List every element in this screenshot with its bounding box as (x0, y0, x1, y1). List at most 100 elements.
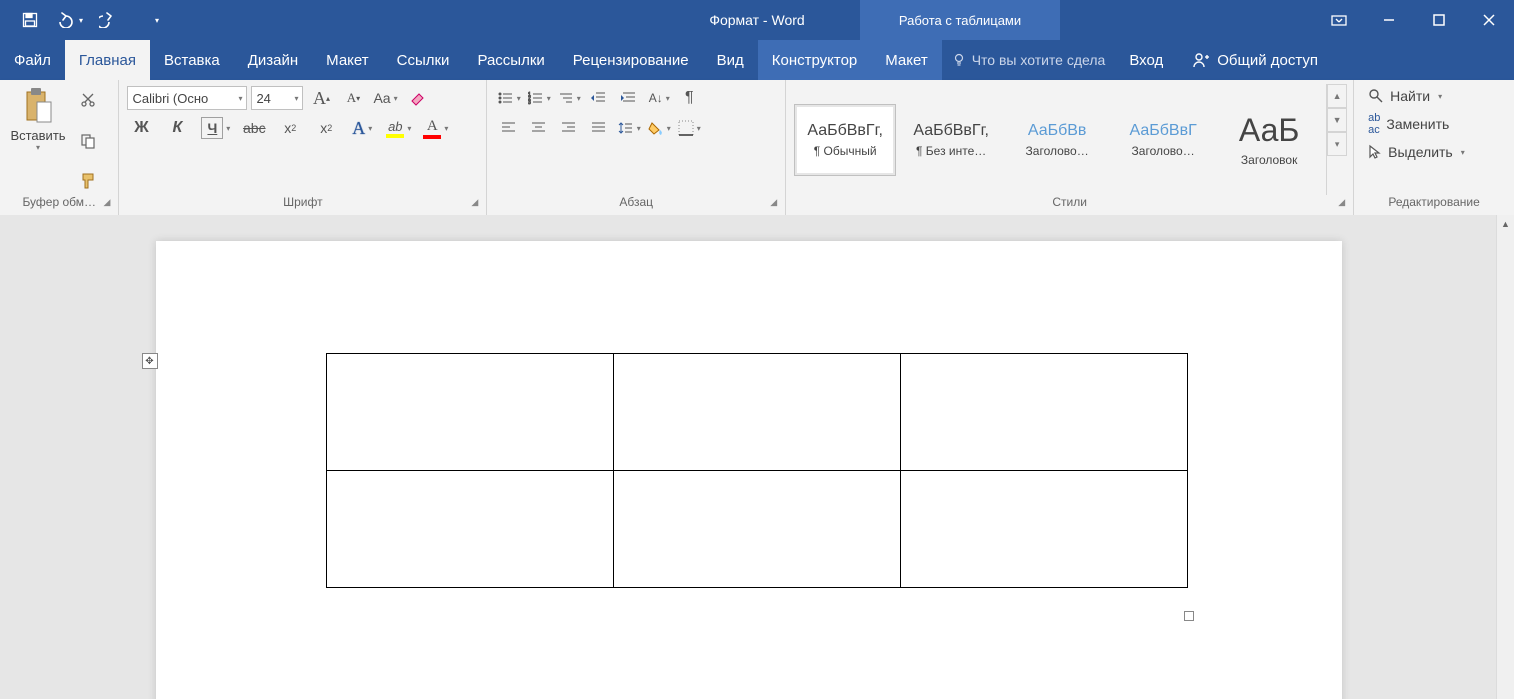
table-resize-handle[interactable] (1184, 611, 1194, 621)
table-move-handle[interactable]: ✥ (142, 353, 158, 369)
bullets-button[interactable] (495, 86, 523, 110)
styles-up-button[interactable]: ▲ (1327, 84, 1347, 108)
styles-more-button[interactable]: ▾ (1327, 132, 1347, 156)
grow-font-button[interactable]: A▴ (307, 86, 335, 110)
align-right-icon (561, 121, 577, 135)
tell-me-placeholder: Что вы хотите сдела (972, 52, 1106, 68)
select-button[interactable]: Выделить▾ (1368, 144, 1465, 160)
svg-text:3: 3 (528, 100, 531, 105)
font-name-value: Calibri (Осно (132, 91, 208, 106)
sign-in-button[interactable]: Вход (1115, 40, 1177, 80)
qat-customize-button[interactable]: ▾ (125, 0, 167, 40)
multilevel-list-button[interactable] (555, 86, 583, 110)
table-cell[interactable] (900, 354, 1187, 471)
tab-layout[interactable]: Макет (312, 40, 382, 80)
strikethrough-button[interactable]: abc (240, 116, 268, 140)
scroll-up-button[interactable]: ▲ (1497, 215, 1514, 232)
save-button[interactable] (14, 0, 46, 40)
table-cell[interactable] (326, 471, 613, 588)
table-cell[interactable] (326, 354, 613, 471)
find-button[interactable]: Найти▾ (1368, 88, 1465, 104)
paste-button[interactable]: Вставить ▾ (6, 84, 70, 195)
style-name: Заголовок (1221, 153, 1317, 167)
sort-button[interactable]: A↓ (645, 86, 673, 110)
clipboard-dialog-launcher[interactable]: ◢ (104, 197, 111, 208)
change-case-button[interactable]: Aa (371, 86, 399, 110)
tab-table-layout[interactable]: Макет (871, 40, 941, 80)
font-dialog-launcher[interactable]: ◢ (471, 197, 478, 208)
align-right-button[interactable] (555, 116, 583, 140)
tab-mailings[interactable]: Рассылки (463, 40, 558, 80)
style-name: ¶ Обычный (797, 144, 893, 158)
font-size-combo[interactable]: 24▾ (251, 86, 303, 110)
font-name-combo[interactable]: Calibri (Осно▾ (127, 86, 247, 110)
table-cell[interactable] (900, 471, 1187, 588)
highlight-color-button[interactable]: ab (384, 116, 413, 140)
undo-button[interactable]: ▾ (46, 0, 91, 40)
table-cell[interactable] (613, 471, 900, 588)
ribbon-display-button[interactable] (1314, 0, 1364, 40)
styles-gallery[interactable]: АаБбВвГг,¶ ОбычныйАаБбВвГг,¶ Без инте…Аа… (792, 84, 1322, 195)
group-paragraph-label: Абзац (619, 195, 653, 209)
replace-button[interactable]: abac Заменить (1368, 112, 1465, 136)
shrink-font-button[interactable]: A▾ (339, 86, 367, 110)
style-preview: АаБбВвГг, (807, 122, 883, 140)
bullets-icon (498, 91, 514, 105)
bold-button[interactable]: Ж (127, 116, 155, 140)
italic-button[interactable]: К (163, 116, 191, 140)
show-marks-button[interactable]: ¶ (675, 86, 703, 110)
subscript-button[interactable]: x2 (276, 116, 304, 140)
style-item[interactable]: АаБбВвЗаголово… (1006, 104, 1108, 176)
format-painter-button[interactable] (74, 169, 102, 193)
document-table[interactable] (326, 353, 1188, 588)
find-label: Найти (1390, 88, 1430, 104)
style-item[interactable]: АаБбВвГг,¶ Без инте… (900, 104, 1002, 176)
justify-button[interactable] (585, 116, 613, 140)
minimize-button[interactable] (1364, 0, 1414, 40)
clear-formatting-button[interactable] (404, 86, 432, 110)
tab-references[interactable]: Ссылки (383, 40, 464, 80)
line-spacing-button[interactable] (615, 116, 643, 140)
page[interactable]: ✥ (156, 241, 1342, 699)
cut-button[interactable] (74, 88, 102, 112)
close-button[interactable] (1464, 0, 1514, 40)
increase-indent-button[interactable] (615, 86, 643, 110)
align-center-button[interactable] (525, 116, 553, 140)
align-left-button[interactable] (495, 116, 523, 140)
style-item[interactable]: АаБбВвГЗаголово… (1112, 104, 1214, 176)
table-cell[interactable] (613, 354, 900, 471)
style-item[interactable]: АаБ Заголовок (1218, 104, 1320, 176)
tab-design[interactable]: Дизайн (234, 40, 312, 80)
tab-table-design[interactable]: Конструктор (758, 40, 872, 80)
copy-button[interactable] (74, 129, 102, 153)
tab-file[interactable]: Файл (0, 40, 65, 80)
superscript-button[interactable]: x2 (312, 116, 340, 140)
document-area[interactable]: ✥ (0, 215, 1497, 699)
share-button[interactable]: Общий доступ (1177, 40, 1332, 80)
shading-button[interactable] (645, 116, 673, 140)
borders-button[interactable] (675, 116, 703, 140)
paragraph-dialog-launcher[interactable]: ◢ (770, 197, 777, 208)
tab-insert[interactable]: Вставка (150, 40, 234, 80)
numbering-button[interactable]: 123 (525, 86, 553, 110)
decrease-indent-button[interactable] (585, 86, 613, 110)
indent-icon (621, 91, 637, 105)
replace-icon: abac (1368, 112, 1380, 136)
copy-icon (80, 133, 96, 149)
vertical-scrollbar[interactable]: ▲ (1496, 215, 1514, 699)
text-effects-button[interactable]: A (348, 116, 376, 140)
group-paragraph: 123 A↓ ¶ Абзац ◢ (487, 80, 786, 215)
tab-view[interactable]: Вид (703, 40, 758, 80)
style-preview: АаБ (1239, 112, 1300, 149)
tab-review[interactable]: Рецензирование (559, 40, 703, 80)
tell-me-search[interactable]: Что вы хотите сдела (942, 40, 1116, 80)
font-color-button[interactable]: A (421, 116, 450, 140)
styles-dialog-launcher[interactable]: ◢ (1338, 197, 1345, 208)
style-item[interactable]: АаБбВвГг, ¶ Обычный (794, 104, 896, 176)
redo-button[interactable] (91, 0, 125, 40)
maximize-button[interactable] (1414, 0, 1464, 40)
underline-button[interactable]: Ч (199, 116, 232, 140)
tab-home[interactable]: Главная (65, 40, 150, 80)
group-styles-label: Стили (1052, 195, 1087, 209)
styles-down-button[interactable]: ▼ (1327, 108, 1347, 132)
